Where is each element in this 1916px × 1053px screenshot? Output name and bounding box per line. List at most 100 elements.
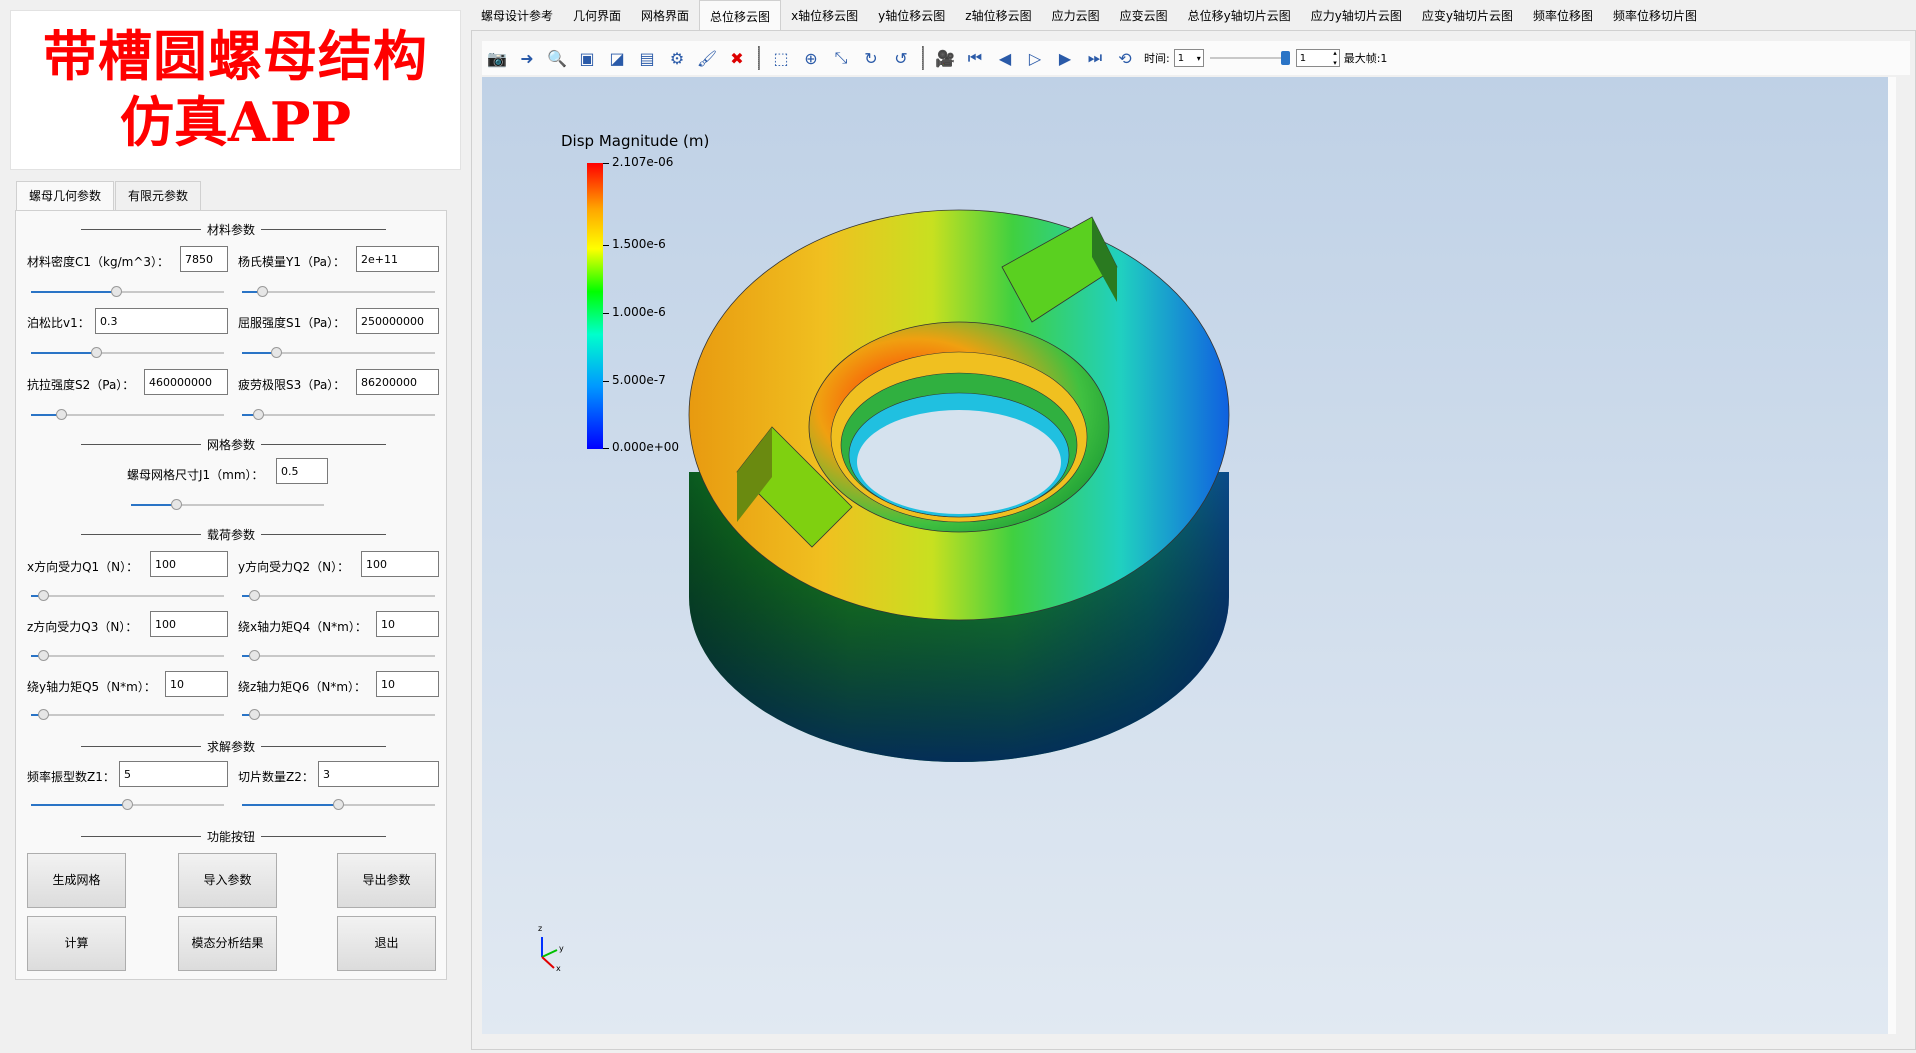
menu-item[interactable]: 几何界面: [563, 0, 631, 30]
density-field[interactable]: 7850: [180, 246, 228, 272]
fx-label: x方向受力Q1（N）：: [27, 560, 139, 574]
mesh-size-field[interactable]: 0.5: [276, 458, 328, 484]
last-frame-icon[interactable]: ⏭: [1084, 47, 1106, 69]
density-label: 材料密度C1（kg/m^3）：: [27, 255, 170, 269]
fatigue-label: 疲劳极限S3（Pa）：: [238, 378, 346, 392]
axis-z-label: z: [538, 924, 543, 933]
menu-item[interactable]: 频率位移图: [1523, 0, 1603, 30]
select-region-icon[interactable]: ⬚: [770, 47, 792, 69]
section-material: 材料参数: [16, 221, 446, 238]
play-icon[interactable]: ▷: [1024, 47, 1046, 69]
center-view-icon[interactable]: ⊕: [800, 47, 822, 69]
menu-item[interactable]: 网格界面: [631, 0, 699, 30]
app-banner: 带槽圆螺母结构 仿真APP: [10, 10, 461, 170]
axis-y-label: y: [559, 944, 564, 953]
record-icon[interactable]: 🎥: [934, 47, 956, 69]
export-icon[interactable]: ➜: [516, 47, 538, 69]
filter-icon[interactable]: ⚙: [666, 47, 688, 69]
section-solve: 求解参数: [16, 738, 446, 755]
poisson-slider[interactable]: [31, 346, 224, 360]
section-material-title: 材料参数: [200, 223, 261, 237]
menu-item[interactable]: 应变y轴切片云图: [1412, 0, 1523, 30]
camera-icon[interactable]: 📷: [486, 47, 508, 69]
exit-button[interactable]: 退出: [337, 916, 436, 971]
left-panel: 带槽圆螺母结构 仿真APP 螺母几何参数 有限元参数 材料参数 材料密度C1（k…: [0, 0, 470, 1053]
prev-frame-icon[interactable]: ◀: [994, 47, 1016, 69]
mesh-size-slider[interactable]: [131, 498, 324, 512]
mx-field[interactable]: 10: [376, 611, 439, 637]
slices-field[interactable]: 3: [318, 761, 439, 787]
fatigue-field[interactable]: 86200000: [356, 369, 439, 395]
fy-field[interactable]: 100: [361, 551, 439, 577]
slices-label: 切片数量Z2：: [238, 770, 314, 784]
next-frame-icon[interactable]: ▶: [1054, 47, 1076, 69]
layers-icon[interactable]: ▤: [636, 47, 658, 69]
menu-item[interactable]: 总位移云图: [699, 0, 782, 31]
tensile-slider[interactable]: [31, 408, 224, 422]
axes-icon[interactable]: ⤡: [830, 47, 852, 69]
fz-field[interactable]: 100: [150, 611, 228, 637]
clear-icon[interactable]: ✖: [726, 47, 748, 69]
menu-item[interactable]: 应力云图: [1042, 0, 1110, 30]
modal-results-button[interactable]: 模态分析结果: [178, 916, 277, 971]
slices-slider[interactable]: [242, 798, 435, 812]
frame-slider-handle[interactable]: [1280, 51, 1290, 65]
mz-slider[interactable]: [242, 708, 435, 722]
modes-field[interactable]: 5: [119, 761, 228, 787]
mz-field[interactable]: 10: [376, 671, 439, 697]
import-params-button[interactable]: 导入参数: [178, 853, 277, 908]
axis-x-label: x: [556, 964, 561, 973]
modes-slider[interactable]: [31, 798, 224, 812]
brush-icon[interactable]: 🖌: [696, 47, 718, 69]
mz-label: 绕z轴力矩Q6（N*m）：: [238, 680, 367, 694]
frame-slider[interactable]: [1209, 51, 1290, 65]
youngs-field[interactable]: 2e+11: [356, 246, 439, 272]
render-viewport[interactable]: Disp Magnitude (m) 2.107e-06 1.500e-6 1.…: [482, 77, 1896, 1034]
vtk-toolbar: 📷 ➜ 🔍 ▣ ◪ ▤ ⚙ 🖌 ✖ ⬚ ⊕ ⤡ ↻ ↺ 🎥 ⏮ ◀ ▷ ▶ ⏭ …: [482, 41, 1910, 75]
density-slider[interactable]: [31, 285, 224, 299]
rotate-cw-icon[interactable]: ↻: [860, 47, 882, 69]
time-label: 时间:: [1144, 52, 1170, 65]
spin-arrows-icon: ▴ ▾: [1333, 49, 1337, 67]
menu-item[interactable]: 频率位移切片图: [1603, 0, 1707, 30]
banner-subtitle: 仿真APP: [119, 90, 352, 154]
banner-title: 带槽圆螺母结构: [43, 24, 428, 88]
menu-item[interactable]: y轴位移云图: [868, 0, 955, 30]
tab-nut-geometry[interactable]: 螺母几何参数: [16, 181, 115, 212]
chevron-down-icon: ▾: [1196, 54, 1201, 63]
my-field[interactable]: 10: [165, 671, 228, 697]
yield-slider[interactable]: [242, 346, 435, 360]
menu-item[interactable]: 应力y轴切片云图: [1301, 0, 1412, 30]
section-load: 载荷参数: [16, 526, 446, 543]
menu-item[interactable]: 应变云图: [1110, 0, 1178, 30]
compute-button[interactable]: 计算: [27, 916, 126, 971]
my-slider[interactable]: [31, 708, 224, 722]
time-select[interactable]: 1 ▾: [1173, 49, 1204, 67]
yield-field[interactable]: 250000000: [356, 308, 439, 334]
first-frame-icon[interactable]: ⏮: [964, 47, 986, 69]
menu-item[interactable]: z轴位移云图: [955, 0, 1041, 30]
reset-view-icon[interactable]: ▣: [576, 47, 598, 69]
loop-icon[interactable]: ⟲: [1114, 47, 1136, 69]
tensile-field[interactable]: 460000000: [144, 369, 228, 395]
export-params-button[interactable]: 导出参数: [337, 853, 436, 908]
poisson-field[interactable]: 0.3: [95, 308, 228, 334]
fatigue-slider[interactable]: [242, 408, 435, 422]
frame-spinbox[interactable]: 1 ▴ ▾: [1295, 49, 1340, 67]
rotate-ccw-icon[interactable]: ↺: [890, 47, 912, 69]
tab-fem-params[interactable]: 有限元参数: [115, 181, 202, 211]
fx-slider[interactable]: [31, 589, 224, 603]
slotted-nut-model: [688, 209, 1230, 762]
menu-item[interactable]: 螺母设计参考: [471, 0, 563, 30]
frame-value: 1: [1299, 53, 1307, 64]
fx-field[interactable]: 100: [150, 551, 228, 577]
mx-slider[interactable]: [242, 649, 435, 663]
youngs-slider[interactable]: [242, 285, 435, 299]
fy-slider[interactable]: [242, 589, 435, 603]
cube-view-icon[interactable]: ◪: [606, 47, 628, 69]
generate-mesh-button[interactable]: 生成网格: [27, 853, 126, 908]
fz-slider[interactable]: [31, 649, 224, 663]
zoom-icon[interactable]: 🔍: [546, 47, 568, 69]
menu-item[interactable]: x轴位移云图: [781, 0, 868, 30]
menu-item[interactable]: 总位移y轴切片云图: [1178, 0, 1301, 30]
